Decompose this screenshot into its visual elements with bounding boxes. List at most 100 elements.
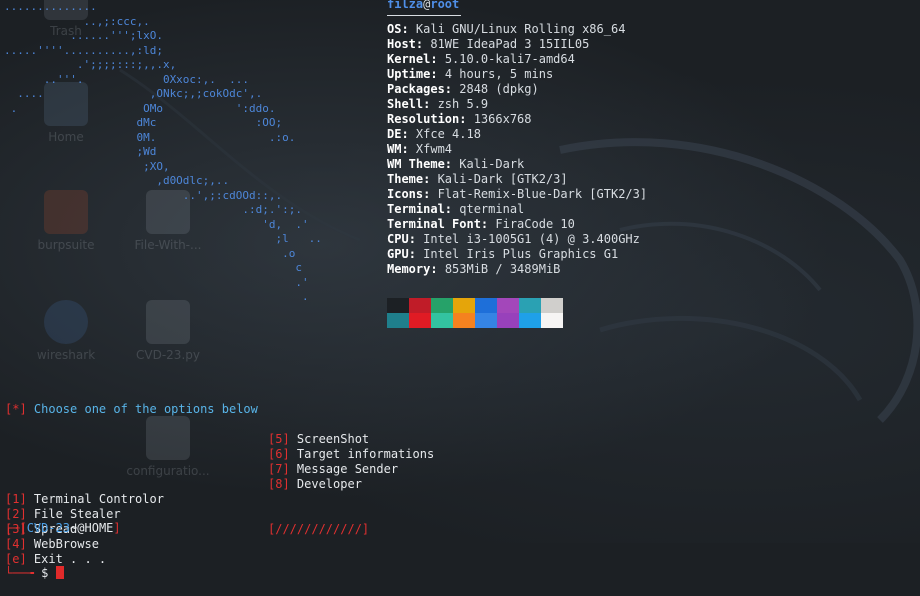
info-value: 2848 (dpkg)	[459, 82, 539, 96]
desktop-icon-wireshark[interactable]: wireshark	[20, 300, 112, 362]
palette-swatch	[453, 298, 475, 313]
palette-swatch	[519, 298, 541, 313]
info-colon: :	[415, 37, 431, 51]
info-row: Memory: 853MiB / 3489MiB	[387, 262, 647, 277]
info-key: Uptime	[387, 67, 431, 81]
info-colon: :	[430, 262, 445, 276]
info-row: WM: Xfwm4	[387, 142, 647, 157]
menu-option-label: ScreenShot	[289, 432, 370, 446]
info-row: GPU: Intel Iris Plus Graphics G1	[387, 247, 647, 262]
info-key: CPU	[387, 232, 409, 246]
info-value: 81WE IdeaPad 3 15IIL05	[430, 37, 590, 51]
shell-prompt[interactable]: ┌─[CVD-23~@HOME] └──╼ $	[5, 491, 121, 596]
info-key: Packages	[387, 82, 445, 96]
info-key: Kernel	[387, 52, 431, 66]
info-row: Kernel: 5.10.0-kali7-amd64	[387, 52, 647, 67]
info-key: Terminal	[387, 202, 445, 216]
menu-option-label: Message Sender	[289, 462, 399, 476]
menu-heading: [*] Choose one of the options below	[5, 402, 258, 417]
terminal-cursor[interactable]	[55, 566, 64, 579]
menu-option-key: [7]	[268, 462, 290, 476]
info-row: DE: Xfce 4.18	[387, 127, 647, 142]
info-colon: :	[401, 22, 416, 36]
palette-swatch	[409, 298, 431, 313]
info-key: OS	[387, 22, 402, 36]
palette-swatch	[453, 313, 475, 328]
info-row: Uptime: 4 hours, 5 mins	[387, 67, 647, 82]
menu-option[interactable]: [6] Target informations	[268, 447, 434, 462]
info-row: Theme: Kali-Dark [GTK2/3]	[387, 172, 647, 187]
menu-option-key: [6]	[268, 447, 290, 461]
info-key: Theme	[387, 172, 424, 186]
info-value: Flat-Remix-Blue-Dark [GTK2/3]	[437, 187, 648, 201]
system-info-panel: filza@root OS: Kali GNU/Linux Rolling x8…	[387, 0, 647, 277]
info-value: Intel Iris Plus Graphics G1	[423, 247, 619, 261]
prompt-arrow: └──╼	[5, 566, 34, 580]
info-row: Packages: 2848 (dpkg)	[387, 82, 647, 97]
palette-swatch	[387, 313, 409, 328]
tool-menu-right-column: [5] ScreenShot [6] Target informations [7]…	[268, 402, 434, 552]
palette-swatch	[431, 298, 453, 313]
menu-option-label: Target informations	[289, 447, 435, 461]
info-colon: :	[459, 112, 474, 126]
palette-swatch	[431, 313, 453, 328]
info-value: 4 hours, 5 mins	[444, 67, 554, 81]
palette-swatch	[387, 298, 409, 313]
hostname: root	[430, 0, 460, 11]
info-value: qterminal	[459, 202, 525, 216]
info-value: FiraCode 10	[495, 217, 575, 231]
palette-swatch	[497, 298, 519, 313]
info-colon: :	[444, 157, 460, 171]
info-row: Host: 81WE IdeaPad 3 15IIL05	[387, 37, 647, 52]
info-value: 1366x768	[473, 112, 532, 126]
info-value: Xfwm4	[415, 142, 453, 156]
info-colon: :	[480, 217, 496, 231]
info-row: Icons: Flat-Remix-Blue-Dark [GTK2/3]	[387, 187, 647, 202]
info-colon: :	[430, 52, 445, 66]
info-key: Shell	[387, 97, 424, 111]
wireshark-icon	[44, 300, 88, 344]
info-row: CPU: Intel i3-1005G1 (4) @ 3.400GHz	[387, 232, 647, 247]
menu-heading-mark: [*]	[5, 402, 27, 416]
palette-swatch	[541, 313, 563, 328]
menu-option[interactable]: [7] Message Sender	[268, 462, 434, 477]
info-row: WM Theme: Kali-Dark	[387, 157, 647, 172]
info-colon: :	[423, 187, 438, 201]
info-key: Icons	[387, 187, 424, 201]
info-value: 5.10.0-kali7-amd64	[444, 52, 575, 66]
desktop-icon-label: CVD-23.py	[136, 348, 200, 362]
info-value: Kali GNU/Linux Rolling x86_64	[415, 22, 626, 36]
palette-swatch	[541, 298, 563, 313]
prompt-location: ~@HOME	[70, 521, 114, 535]
prompt-bracket-close: ]	[113, 521, 121, 535]
info-row: Resolution: 1366x768	[387, 112, 647, 127]
info-row: Terminal Font: FiraCode 10	[387, 217, 647, 232]
info-key: DE	[387, 127, 402, 141]
menu-option-label: Developer	[289, 477, 362, 491]
info-colon: :	[444, 202, 460, 216]
desktop-icon-label: wireshark	[36, 348, 96, 362]
title-underline	[387, 15, 461, 16]
info-value: zsh 5.9	[437, 97, 489, 111]
info-row: OS: Kali GNU/Linux Rolling x86_64	[387, 22, 647, 37]
color-palette	[387, 298, 563, 328]
palette-swatch	[497, 313, 519, 328]
menu-option[interactable]: [8] Developer	[268, 477, 434, 492]
info-value: Kali-Dark	[459, 157, 525, 171]
info-value: Kali-Dark [GTK2/3]	[437, 172, 568, 186]
info-value: Xfce 4.18	[415, 127, 481, 141]
info-colon: :	[401, 127, 416, 141]
menu-divider: [////////////]	[268, 522, 370, 536]
username: filza	[387, 0, 424, 11]
info-value: Intel i3-1005G1 (4) @ 3.400GHz	[423, 232, 640, 246]
python-file-icon	[146, 300, 190, 344]
kali-ascii-logo: .............. ..,;:ccc,. ......''';lxO.…	[4, 0, 322, 303]
menu-option[interactable]: [5] ScreenShot	[268, 432, 434, 447]
menu-option-key: [5]	[268, 432, 290, 446]
info-colon: :	[423, 172, 438, 186]
info-key: Host	[387, 37, 416, 51]
desktop-icon-cvd23[interactable]: CVD-23.py	[122, 300, 214, 362]
prompt-dollar: $	[33, 566, 56, 580]
info-colon: :	[430, 67, 445, 81]
menu-heading-text: Choose one of the options below	[26, 402, 258, 416]
